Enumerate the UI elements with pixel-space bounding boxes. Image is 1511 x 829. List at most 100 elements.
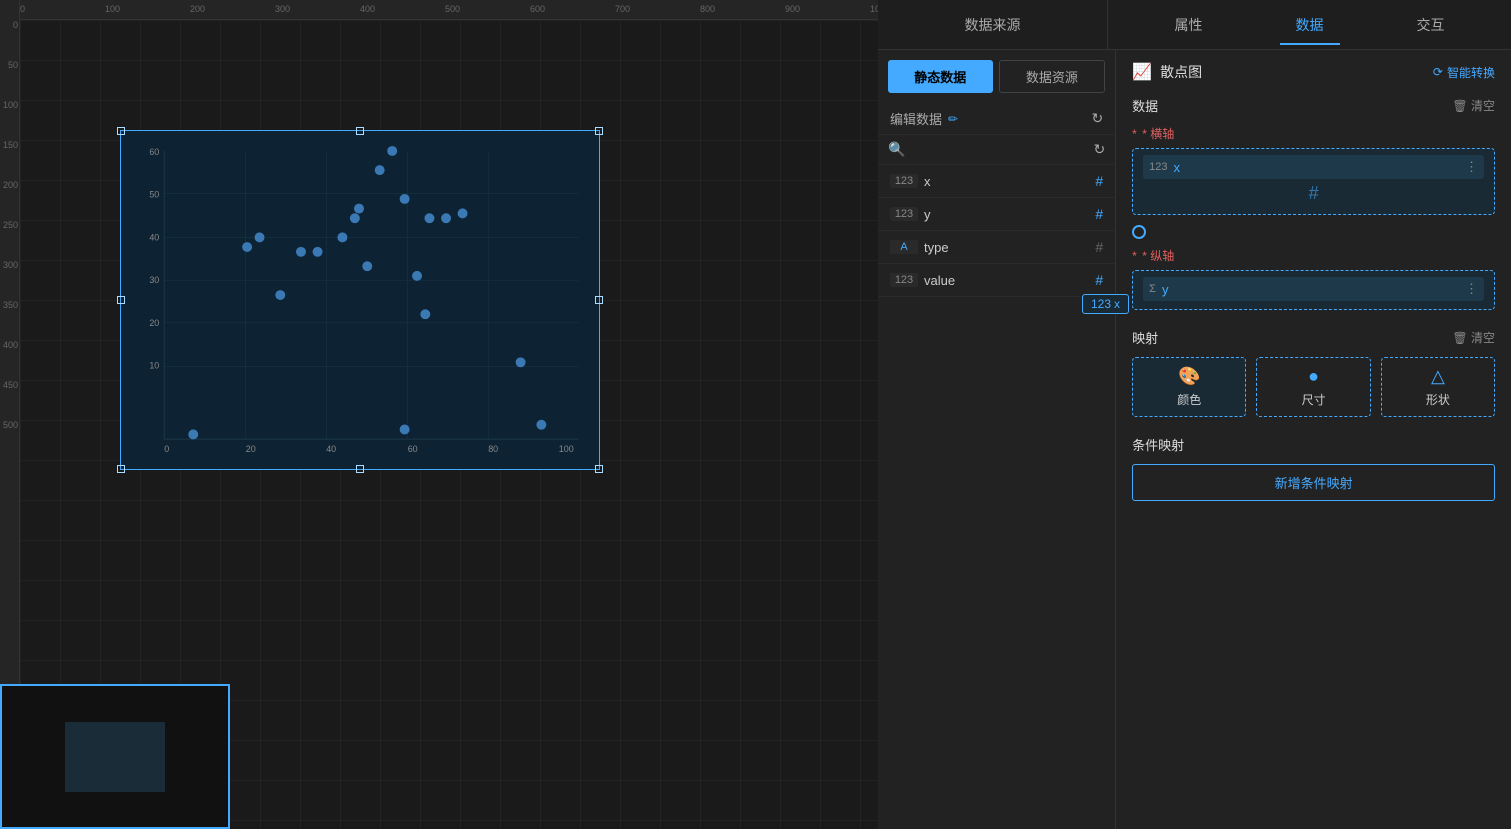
smart-convert-btn[interactable]: ⟳ 智能转换 <box>1433 64 1495 81</box>
mapping-shape-btn[interactable]: △ 形状 <box>1381 357 1495 417</box>
mapping-color-btn[interactable]: 🎨 颜色 <box>1132 357 1246 417</box>
x-drop-zone[interactable]: # <box>1143 179 1484 208</box>
ruler-vmark-2: 100 <box>3 100 18 110</box>
ruler-top: 0 100 200 300 400 500 600 700 800 900 10… <box>0 0 878 20</box>
chart-title-left: 📈 散点图 <box>1132 62 1202 82</box>
condition-title: 条件映射 <box>1132 435 1184 454</box>
ruler-mark-4: 400 <box>360 4 375 14</box>
panel-tabs-row: 数据来源 属性 数据 交互 <box>878 0 1511 50</box>
mapping-size-btn[interactable]: ● 尺寸 <box>1256 357 1370 417</box>
search-icon: 🔍 <box>888 141 905 158</box>
btn-static-data[interactable]: 静态数据 <box>888 60 993 93</box>
condition-header: 条件映射 <box>1132 435 1495 454</box>
x-axis-more-btn[interactable]: ⋮ <box>1465 159 1478 175</box>
color-icon: 🎨 <box>1178 366 1200 387</box>
field-name-value: value <box>924 273 955 288</box>
ruler-vmark-1: 50 <box>8 60 18 70</box>
field-left-y: 123 y <box>890 207 931 222</box>
mapping-title: 映射 <box>1132 328 1158 347</box>
field-left-type: A type <box>890 240 949 255</box>
ruler-mark-1: 100 <box>105 4 120 14</box>
mapping-section: 映射 🗑 清空 🎨 颜色 ● 尺寸 △ <box>1132 328 1495 417</box>
field-type-value: 123 <box>890 273 918 287</box>
ruler-vmark-8: 400 <box>3 340 18 350</box>
shape-label: 形状 <box>1426 391 1450 408</box>
edit-icon[interactable]: ✏ <box>948 112 958 126</box>
tab-properties[interactable]: 属性 <box>1159 5 1219 45</box>
handle-mr[interactable] <box>595 296 603 304</box>
panel-content: 静态数据 数据资源 编辑数据 ✏ ↻ 🔍 ↻ <box>878 50 1511 829</box>
canvas-area: 0 100 200 300 400 500 600 700 800 900 10… <box>0 0 878 829</box>
ruler-vmark-6: 300 <box>3 260 18 270</box>
field-item-x[interactable]: 123 x # <box>878 165 1115 198</box>
chart-title: 散点图 <box>1160 62 1202 82</box>
field-list: 123 x # 123 y # A type <box>878 165 1115 829</box>
mapping-btns: 🎨 颜色 ● 尺寸 △ 形状 <box>1132 357 1495 417</box>
handle-tm[interactable] <box>356 127 364 135</box>
edit-data-label: 编辑数据 ✏ <box>890 109 958 128</box>
svg-text:40: 40 <box>149 232 159 242</box>
data-clear-btn[interactable]: 🗑 清空 <box>1452 97 1495 114</box>
mapping-clear-btn[interactable]: 🗑 清空 <box>1452 329 1495 346</box>
search-input[interactable] <box>911 142 1087 157</box>
handle-bl[interactable] <box>117 465 125 473</box>
ruler-mark-7: 700 <box>615 4 630 14</box>
data-section-title: 数据 <box>1132 96 1158 115</box>
axis-connector-icon <box>1132 225 1146 239</box>
svg-text:40: 40 <box>326 444 336 454</box>
tab-datasource[interactable]: 数据来源 <box>945 5 1041 45</box>
field-left-value: 123 value <box>890 273 955 288</box>
ruler-mark-5: 500 <box>445 4 460 14</box>
ruler-mark-0: 0 <box>20 4 25 14</box>
y-axis-field-item: Σ y ⋮ <box>1143 277 1484 301</box>
field-item-value[interactable]: 123 value # <box>878 264 1115 297</box>
svg-text:50: 50 <box>149 190 159 200</box>
refresh-icon[interactable]: ↻ <box>1091 110 1103 127</box>
handle-tr[interactable] <box>595 127 603 135</box>
handle-bm[interactable] <box>356 465 364 473</box>
chart-icon: 📈 <box>1132 62 1152 82</box>
field-item-type[interactable]: A type # <box>878 231 1115 264</box>
size-label: 尺寸 <box>1302 391 1326 408</box>
tab-data[interactable]: 数据 <box>1280 5 1340 45</box>
field-item-y[interactable]: 123 y # <box>878 198 1115 231</box>
right-panel: 数据来源 属性 数据 交互 静态数据 数据资源 编辑数据 ✏ ↻ <box>878 0 1511 829</box>
field-name-type: type <box>924 240 949 255</box>
right-subcontent: 📈 散点图 ⟳ 智能转换 数据 🗑 清空 * * 横轴 <box>1116 50 1511 829</box>
field-hash-y: # <box>1095 206 1103 222</box>
svg-text:20: 20 <box>149 318 159 328</box>
handle-tl[interactable] <box>117 127 125 135</box>
x-field-prefix: 123 <box>1149 161 1167 173</box>
btn-data-resource[interactable]: 数据资源 <box>999 60 1106 93</box>
condition-mapping-section: 条件映射 新增条件映射 <box>1132 435 1495 501</box>
field-left-x: 123 x <box>890 174 931 189</box>
svg-text:60: 60 <box>408 444 418 454</box>
tab-interaction[interactable]: 交互 <box>1401 5 1461 45</box>
drag-label: x <box>1114 297 1120 311</box>
svg-text:100: 100 <box>559 444 574 454</box>
field-hash-type: # <box>1095 239 1103 255</box>
y-required-star: * <box>1132 249 1137 263</box>
y-axis-more-btn[interactable]: ⋮ <box>1465 281 1478 297</box>
ruler-vmark-9: 450 <box>3 380 18 390</box>
y-axis-field-box[interactable]: Σ y ⋮ <box>1132 270 1495 310</box>
ruler-vmark-0: 0 <box>13 20 18 30</box>
ruler-mark-3: 300 <box>275 4 290 14</box>
edit-data-row: 编辑数据 ✏ ↻ <box>878 103 1115 135</box>
add-condition-btn[interactable]: 新增条件映射 <box>1132 464 1495 501</box>
ruler-vmark-7: 350 <box>3 300 18 310</box>
data-section-header: 数据 🗑 清空 <box>1132 96 1495 115</box>
chart-container[interactable]: 60 50 40 30 20 10 0 20 40 60 80 100 <box>120 130 600 470</box>
ruler-mark-8: 800 <box>700 4 715 14</box>
y-field-name: y <box>1162 282 1169 297</box>
search-refresh-icon[interactable]: ↻ <box>1093 141 1105 158</box>
handle-ml[interactable] <box>117 296 125 304</box>
minimap <box>0 684 230 829</box>
x-axis-field-box[interactable]: 123 x ⋮ # <box>1132 148 1495 215</box>
minimap-inner <box>65 722 165 792</box>
handle-br[interactable] <box>595 465 603 473</box>
svg-text:0: 0 <box>164 444 169 454</box>
y-axis-section: * * 纵轴 Σ y ⋮ <box>1132 247 1495 310</box>
svg-text:80: 80 <box>488 444 498 454</box>
field-hash-x: # <box>1095 173 1103 189</box>
